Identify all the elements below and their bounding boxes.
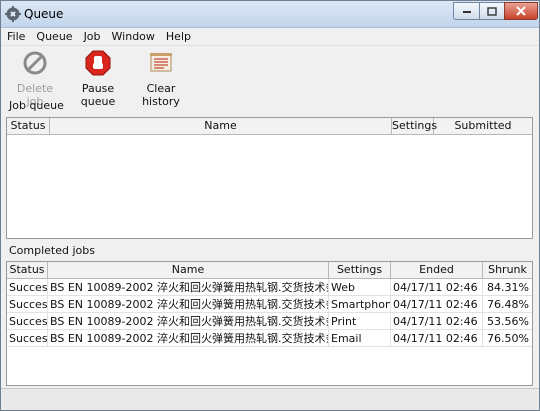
column-shrunk[interactable]: Shrunk	[483, 262, 532, 278]
app-gear-icon	[5, 6, 21, 22]
column-status[interactable]: Status	[7, 118, 50, 134]
cell-ended: 04/17/11 02:46 PM	[391, 296, 483, 313]
minimize-icon	[462, 11, 471, 13]
menu-help[interactable]: Help	[166, 30, 191, 43]
pause-queue-label: Pause queue	[80, 82, 116, 108]
cell-name: BS EN 10089-2002 淬火和回火弹簧用热轧钢.交货技术条件	[50, 313, 329, 330]
cell-settings: Email	[329, 330, 391, 347]
column-settings[interactable]: Settings	[329, 262, 391, 278]
job-queue-label: Job queue	[9, 99, 64, 112]
menu-queue[interactable]: Queue	[36, 30, 72, 43]
column-name[interactable]: Name	[50, 118, 392, 134]
stop-hand-icon	[85, 50, 111, 76]
menu-job[interactable]: Job	[84, 30, 101, 43]
table-row[interactable]: Success BS EN 10089-2002 淬火和回火弹簧用热轧钢.交货技…	[7, 279, 532, 296]
column-ended[interactable]: Ended	[391, 262, 483, 278]
cell-status: Success	[9, 296, 48, 313]
minimize-button[interactable]	[453, 2, 480, 20]
close-button[interactable]	[504, 2, 538, 20]
job-queue-header: Status Name Settings Submitted	[7, 118, 532, 135]
cell-name: BS EN 10089-2002 淬火和回火弹簧用热轧钢.交货技术条件	[50, 330, 329, 347]
clear-history-button[interactable]: Clear history	[131, 50, 191, 108]
window-title: Queue	[24, 7, 64, 21]
cell-settings: Web	[329, 279, 391, 296]
queue-window: Queue File Queue Job Window Help Delete …	[0, 0, 540, 411]
cell-shrunk: 76.50%	[487, 332, 529, 345]
cell-ended: 04/17/11 02:46 PM	[391, 279, 483, 296]
table-row[interactable]: Success BS EN 10089-2002 淬火和回火弹簧用热轧钢.交货技…	[7, 313, 532, 330]
clear-history-label: Clear history	[142, 82, 180, 108]
maximize-icon	[487, 6, 497, 16]
menu-window[interactable]: Window	[112, 30, 155, 43]
cell-ended: 04/17/11 02:46 PM	[391, 313, 483, 330]
cell-status: Success	[9, 279, 48, 296]
table-row[interactable]: Success BS EN 10089-2002 淬火和回火弹簧用热轧钢.交货技…	[7, 330, 532, 347]
cell-shrunk: 84.31%	[487, 281, 529, 294]
column-name[interactable]: Name	[48, 262, 329, 278]
clear-history-icon	[150, 53, 172, 72]
cell-shrunk: 53.56%	[487, 315, 529, 328]
maximize-button[interactable]	[479, 2, 505, 20]
cell-status: Success	[9, 330, 48, 347]
completed-jobs-label: Completed jobs	[9, 244, 95, 257]
cell-name: BS EN 10089-2002 淬火和回火弹簧用热轧钢.交货技术条件	[50, 296, 329, 313]
column-settings[interactable]: Settings	[392, 118, 437, 134]
completed-jobs-header: Status Name Settings Ended Shrunk	[7, 262, 532, 279]
column-submitted[interactable]: Submitted	[434, 118, 532, 134]
pause-queue-button[interactable]: Pause queue	[67, 50, 129, 108]
cell-status: Success	[9, 313, 48, 330]
title-bar[interactable]: Queue	[1, 1, 539, 28]
close-icon	[516, 6, 526, 16]
delete-icon	[23, 51, 47, 75]
column-status[interactable]: Status	[7, 262, 48, 278]
completed-jobs-table[interactable]: Status Name Settings Ended Shrunk Succes…	[6, 261, 533, 386]
job-queue-table[interactable]: Status Name Settings Submitted	[6, 117, 533, 239]
cell-name: BS EN 10089-2002 淬火和回火弹簧用热轧钢.交货技术条件	[50, 279, 329, 296]
cell-ended: 04/17/11 02:46 PM	[391, 330, 483, 347]
cell-shrunk: 76.48%	[487, 298, 529, 311]
menu-file[interactable]: File	[7, 30, 25, 43]
menu-bar: File Queue Job Window Help	[1, 28, 539, 46]
cell-settings: Smartphone	[329, 296, 391, 313]
status-bar	[1, 388, 539, 410]
toolbar: Delete job Pause queue Clear history	[1, 46, 539, 108]
table-row[interactable]: Success BS EN 10089-2002 淬火和回火弹簧用热轧钢.交货技…	[7, 296, 532, 313]
cell-settings: Print	[329, 313, 391, 330]
